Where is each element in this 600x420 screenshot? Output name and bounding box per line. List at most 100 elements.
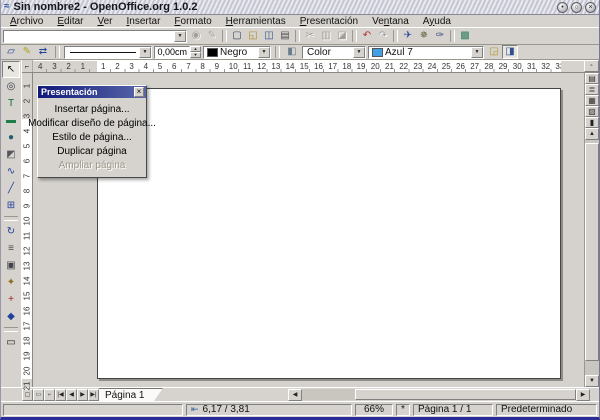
- menu-herramientas[interactable]: Herramientas: [219, 15, 293, 28]
- url-combobox[interactable]: ▼: [3, 30, 187, 43]
- status-style-cell[interactable]: Predeterminado: [496, 404, 597, 416]
- menu-archivo[interactable]: Archivo: [3, 15, 50, 28]
- rectangle-tool-button[interactable]: ▬: [2, 112, 20, 129]
- arrange-tool-button[interactable]: ▣: [2, 257, 20, 274]
- first-page-button[interactable]: |◀: [55, 389, 66, 401]
- arrow-style-button[interactable]: ⇄: [35, 45, 51, 59]
- open-button[interactable]: ◱: [245, 29, 261, 43]
- hscroll-right-button[interactable]: ▶: [576, 389, 590, 401]
- undo-button[interactable]: ↶: [359, 29, 375, 43]
- close-button[interactable]: ×: [585, 2, 596, 13]
- effects-tool-button[interactable]: ✦: [2, 274, 20, 291]
- rotate-tool-button[interactable]: ↻: [2, 223, 20, 240]
- minimize-button[interactable]: •: [557, 2, 568, 13]
- menu-ventana[interactable]: Ventana: [365, 15, 416, 28]
- line-style-dropdown-button[interactable]: ▼: [139, 47, 151, 58]
- layer-view-button[interactable]: ⌐: [44, 389, 55, 401]
- horizontal-scrollbar-thumb[interactable]: [355, 389, 576, 400]
- 3d-objects-tool-button[interactable]: ◩: [2, 146, 20, 163]
- url-input[interactable]: [6, 31, 174, 41]
- url-dropdown-button[interactable]: ▼: [174, 31, 186, 42]
- presentation-tool-button[interactable]: ▭: [2, 334, 20, 351]
- line-color-select[interactable]: Negro ▼: [203, 46, 271, 59]
- navigator-button[interactable]: ✈: [400, 29, 416, 43]
- edit-points-button[interactable]: ▱: [3, 45, 19, 59]
- page-style-item[interactable]: Estilo de página...: [38, 130, 146, 144]
- title-bar[interactable]: ≈ Sin nombre2 - OpenOffice.org 1.0.2 • ○…: [1, 0, 599, 15]
- print-button[interactable]: ▤: [277, 29, 293, 43]
- horizontal-scrollbar[interactable]: [302, 389, 576, 400]
- menu-ver[interactable]: Ver: [90, 15, 119, 28]
- fill-type-select[interactable]: Color ▼: [302, 46, 366, 59]
- slide-show-button[interactable]: ▮: [585, 117, 599, 128]
- fill-color-select[interactable]: Azul 7 ▼: [368, 46, 484, 59]
- scroll-up-button[interactable]: ▲: [585, 128, 599, 140]
- arrange-icon: ▣: [6, 261, 15, 271]
- vertical-scrollbar[interactable]: [585, 140, 599, 375]
- menu-ayuda[interactable]: Ayuda: [416, 15, 458, 28]
- ruler-origin-button[interactable]: ⌐: [22, 60, 33, 72]
- maximize-button[interactable]: ○: [571, 2, 582, 13]
- connector-tool-button[interactable]: ⊞: [2, 197, 20, 214]
- menu-editar[interactable]: Editar: [50, 15, 90, 28]
- vertical-scrollbar-thumb[interactable]: [585, 143, 599, 361]
- last-page-button[interactable]: ▶|: [88, 389, 99, 401]
- slides-view-button[interactable]: ▦: [585, 95, 599, 106]
- text-icon: T: [8, 99, 14, 109]
- copy-icon: ▥: [321, 31, 330, 41]
- curve-icon: ∿: [7, 167, 15, 177]
- page-tab[interactable]: Página 1: [99, 388, 163, 401]
- prev-page-button[interactable]: ◀: [66, 389, 77, 401]
- insert-tool-button[interactable]: +: [2, 291, 20, 308]
- scroll-down-button[interactable]: ▼: [585, 375, 599, 387]
- gallery-button[interactable]: ▩: [457, 29, 473, 43]
- ruler-number: 29: [499, 63, 508, 71]
- menu-formato[interactable]: Formato: [167, 15, 218, 28]
- stylist-button[interactable]: ✵: [416, 29, 432, 43]
- hscroll-left-button[interactable]: ◀: [288, 389, 302, 401]
- new-document-button[interactable]: ▢: [229, 29, 245, 43]
- line-width-field[interactable]: 0,00cm ▲ ▼: [154, 46, 201, 59]
- status-zoom-cell[interactable]: 66%: [355, 404, 393, 416]
- line-width-value[interactable]: 0,00cm: [154, 46, 190, 59]
- panel-close-button[interactable]: ×: [134, 87, 144, 97]
- ruler-number: 18: [342, 63, 351, 71]
- ruler-corner-button[interactable]: ▫: [584, 60, 599, 72]
- insert-page-item[interactable]: Insertar página...: [38, 102, 146, 116]
- slide-page[interactable]: [97, 88, 561, 379]
- modify-page-layout-item[interactable]: Modificar diseño de página...: [38, 116, 146, 130]
- ellipse-tool-button[interactable]: ●: [2, 129, 20, 146]
- zoom-tool-button[interactable]: ◎: [2, 78, 20, 95]
- notes-view-button[interactable]: ▧: [585, 106, 599, 117]
- fill-type-dropdown-button[interactable]: ▼: [353, 47, 365, 58]
- master-view-button[interactable]: ▭: [33, 389, 44, 401]
- save-button[interactable]: ◫: [261, 29, 277, 43]
- 3d-controller-tool-button[interactable]: ◆: [2, 308, 20, 325]
- menu-presentacion[interactable]: Presentación: [293, 15, 365, 28]
- line-color-dropdown-button[interactable]: ▼: [258, 47, 270, 58]
- duplicate-page-item[interactable]: Duplicar página: [38, 144, 146, 158]
- spin-down-button[interactable]: ▼: [190, 52, 201, 58]
- ruler-number: 15: [24, 292, 32, 301]
- area-dialog-button[interactable]: ◧: [284, 45, 300, 59]
- presentation-panel-toggle-button[interactable]: ◨: [502, 45, 518, 59]
- select-tool-button[interactable]: ↖: [2, 61, 20, 78]
- shadow-icon: ◲: [489, 47, 498, 57]
- horizontal-ruler[interactable]: ⌐ 4321 123456789101112131415161718192021…: [22, 60, 599, 73]
- alignment-tool-button[interactable]: ≡: [2, 240, 20, 257]
- menu-insertar[interactable]: Insertar: [120, 15, 168, 28]
- shadow-button[interactable]: ◲: [486, 45, 502, 59]
- draw-functions-button[interactable]: ✑: [432, 29, 448, 43]
- drawing-view-button[interactable]: ▤: [585, 73, 599, 84]
- ellipse-icon: ●: [8, 133, 14, 143]
- next-page-button[interactable]: ▶: [77, 389, 88, 401]
- presentation-panel-titlebar[interactable]: Presentación ×: [38, 86, 146, 98]
- curve-tool-button[interactable]: ∿: [2, 163, 20, 180]
- line-style-select[interactable]: ▼: [64, 46, 152, 59]
- outline-view-button[interactable]: ≣: [585, 84, 599, 95]
- text-tool-button[interactable]: T: [2, 95, 20, 112]
- fill-color-value: Azul 7: [383, 47, 416, 58]
- line-dialog-button[interactable]: ✎: [19, 45, 35, 59]
- fill-color-dropdown-button[interactable]: ▼: [471, 47, 483, 58]
- lines-arrows-tool-button[interactable]: ╱: [2, 180, 20, 197]
